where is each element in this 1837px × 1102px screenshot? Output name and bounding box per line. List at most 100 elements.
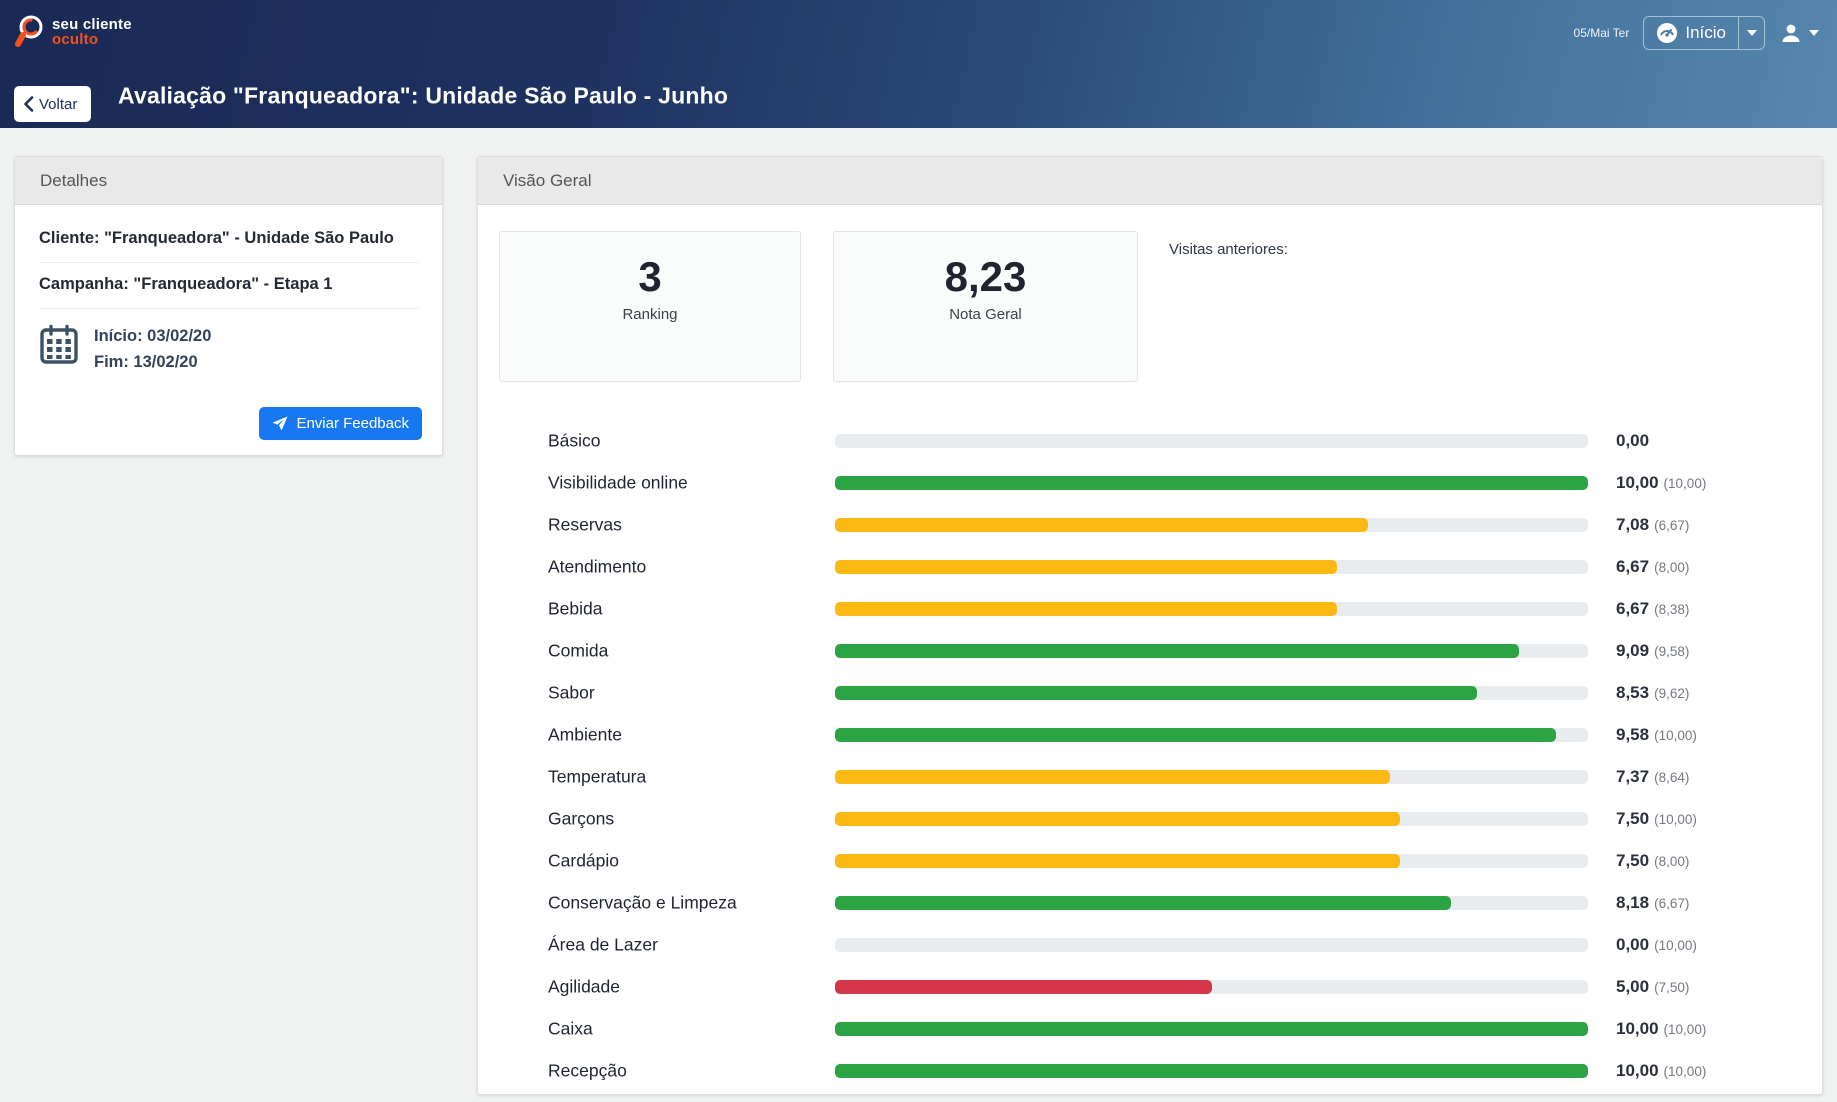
- inicio-button-group: Início: [1643, 16, 1765, 50]
- previous-score: (10,00): [1664, 476, 1707, 491]
- bar-track[interactable]: [835, 770, 1588, 784]
- bar-fill: [835, 476, 1588, 490]
- score-number: 0,00: [1616, 431, 1649, 450]
- chart-row: Agilidade 5,00(7,50): [478, 966, 1824, 1008]
- ranking-label: Ranking: [622, 306, 677, 323]
- send-feedback-button[interactable]: Enviar Feedback: [259, 407, 422, 440]
- chart-row: Sabor 8,53(9,62): [478, 672, 1824, 714]
- category-label: Bebida: [548, 599, 603, 620]
- chart-row: Básico 0,00: [478, 420, 1824, 462]
- category-label: Sabor: [548, 683, 595, 704]
- score-value: 9,58(10,00): [1616, 725, 1697, 745]
- score-value: 10,00(10,00): [1616, 1019, 1706, 1039]
- score-value: 10,00 (10,00): [1616, 1061, 1706, 1081]
- title-bar: Voltar Avaliação "Franqueadora": Unidade…: [0, 64, 1837, 128]
- bar-track[interactable]: [835, 602, 1588, 616]
- score-number: 9,09: [1616, 641, 1649, 660]
- score-number: 7,50: [1616, 809, 1649, 828]
- score-value: 8,53(9,62): [1616, 683, 1689, 703]
- nota-geral-label: Nota Geral: [949, 306, 1022, 323]
- bar-track[interactable]: [835, 896, 1588, 910]
- bar-fill: [835, 728, 1556, 742]
- bar-track[interactable]: [835, 560, 1588, 574]
- score-value: 0,00(10,00): [1616, 935, 1697, 955]
- inicio-button[interactable]: Início: [1644, 17, 1738, 49]
- score-value: 6,67(8,38): [1616, 599, 1689, 619]
- logo-text-line1: seu cliente: [52, 17, 132, 32]
- score-number: 10,00: [1616, 1061, 1659, 1080]
- user-icon: [1779, 21, 1803, 45]
- back-button[interactable]: Voltar: [14, 86, 91, 122]
- app-header: seu cliente oculto 05/Mai Ter Iní: [0, 0, 1837, 128]
- chart-row: Visibilidade online 10,00 (10,00): [478, 462, 1824, 504]
- previous-score: (9,58): [1654, 644, 1689, 659]
- category-label: Área de Lazer: [548, 935, 658, 956]
- bar-track[interactable]: [835, 980, 1588, 994]
- bar-fill: [835, 602, 1337, 616]
- back-button-label: Voltar: [39, 96, 77, 113]
- category-label: Conservação e Limpeza: [548, 893, 737, 914]
- category-label: Reservas: [548, 515, 622, 536]
- category-label: Recepção: [548, 1061, 627, 1082]
- bar-track[interactable]: [835, 812, 1588, 826]
- nota-geral-card: 8,23 Nota Geral: [833, 231, 1138, 382]
- calendar-icon: [39, 324, 79, 366]
- bar-fill: [835, 854, 1400, 868]
- campanha-line: Campanha: "Franqueadora" - Etapa 1: [39, 263, 418, 308]
- inicio-dropdown-toggle[interactable]: [1738, 17, 1764, 49]
- details-panel-header: Detalhes: [15, 157, 442, 205]
- bar-fill: [835, 812, 1400, 826]
- overview-panel: Visão Geral 3 Ranking 8,23 Nota Geral Vi…: [477, 156, 1823, 1095]
- chart-row: Comida 9,09(9,58): [478, 630, 1824, 672]
- category-label: Agilidade: [548, 977, 620, 998]
- score-value: 5,00(7,50): [1616, 977, 1689, 997]
- score-value: 7,50 (10,00): [1616, 809, 1697, 829]
- bar-track[interactable]: [835, 686, 1588, 700]
- score-number: 9,58: [1616, 725, 1649, 744]
- chevron-down-icon: [1747, 30, 1757, 36]
- bar-fill: [835, 980, 1212, 994]
- previous-score: (8,64): [1654, 770, 1689, 785]
- bar-track[interactable]: [835, 728, 1588, 742]
- score-number: 10,00: [1616, 473, 1659, 492]
- bar-track[interactable]: [835, 518, 1588, 532]
- bar-fill: [835, 1064, 1588, 1078]
- cliente-line: Cliente: "Franqueadora" - Unidade São Pa…: [39, 217, 418, 262]
- page-title: Avaliação "Franqueadora": Unidade São Pa…: [118, 83, 728, 110]
- fim-date: Fim: 13/02/20: [94, 350, 211, 376]
- category-label: Cardápio: [548, 851, 619, 872]
- inicio-label: Início: [1685, 23, 1726, 43]
- navbar: seu cliente oculto 05/Mai Ter Iní: [0, 0, 1837, 64]
- bar-track[interactable]: [835, 476, 1588, 490]
- bar-track[interactable]: [835, 1022, 1588, 1036]
- bar-track[interactable]: [835, 644, 1588, 658]
- previous-score: (8,00): [1654, 560, 1689, 575]
- bar-fill: [835, 770, 1390, 784]
- bar-track[interactable]: [835, 434, 1588, 448]
- previous-score: (10,00): [1654, 812, 1697, 827]
- score-value: 0,00: [1616, 431, 1654, 451]
- scores-bar-chart: Básico 0,00 Visibilidade online 10,00 (10…: [478, 420, 1824, 1092]
- score-number: 8,53: [1616, 683, 1649, 702]
- details-panel-title: Detalhes: [40, 171, 107, 191]
- previous-score: (10,00): [1664, 1064, 1707, 1079]
- category-label: Visibilidade online: [548, 473, 688, 494]
- app-logo[interactable]: seu cliente oculto: [14, 11, 132, 53]
- score-number: 0,00: [1616, 935, 1649, 954]
- score-number: 7,50: [1616, 851, 1649, 870]
- category-label: Temperatura: [548, 767, 646, 788]
- chevron-down-icon: [1809, 30, 1819, 36]
- score-number: 5,00: [1616, 977, 1649, 996]
- chart-row: Caixa 10,00(10,00): [478, 1008, 1824, 1050]
- user-menu[interactable]: [1779, 21, 1819, 45]
- score-value: 10,00 (10,00): [1616, 473, 1706, 493]
- bar-fill: [835, 644, 1519, 658]
- score-number: 7,37: [1616, 767, 1649, 786]
- bar-track[interactable]: [835, 854, 1588, 868]
- send-feedback-label: Enviar Feedback: [296, 415, 409, 432]
- previous-score: (8,38): [1654, 602, 1689, 617]
- ranking-card: 3 Ranking: [499, 231, 801, 382]
- bar-track[interactable]: [835, 938, 1588, 952]
- bar-fill: [835, 560, 1337, 574]
- bar-track[interactable]: [835, 1064, 1588, 1078]
